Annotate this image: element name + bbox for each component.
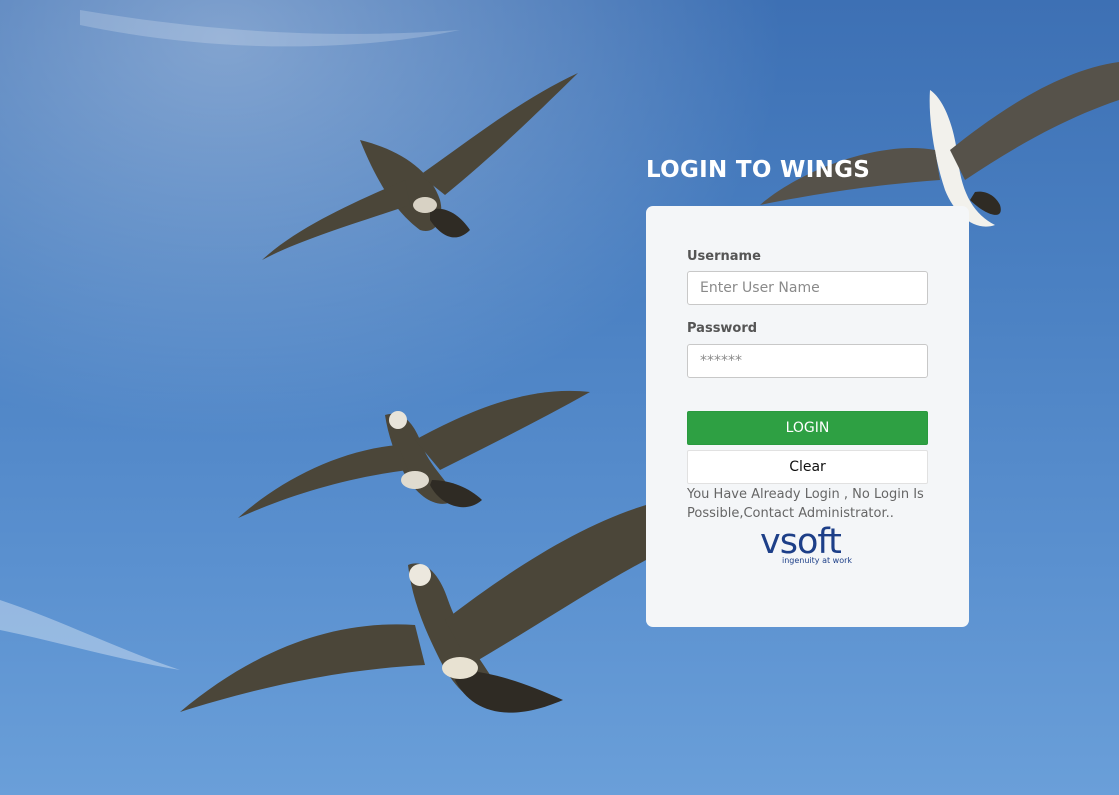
login-button[interactable]: LOGIN xyxy=(687,411,928,445)
password-label: Password xyxy=(687,321,758,336)
login-card: Username Password LOGIN Clear You Have A… xyxy=(646,206,969,627)
login-title: LOGIN TO WINGS xyxy=(646,157,871,183)
login-status-message: You Have Already Login , No Login Is Pos… xyxy=(687,487,924,521)
clear-button[interactable]: Clear xyxy=(687,450,928,484)
vsoft-logo: vsoft ingenuity at work xyxy=(760,522,860,570)
username-label: Username xyxy=(687,249,761,264)
password-input[interactable] xyxy=(687,344,928,378)
username-input[interactable] xyxy=(687,271,928,305)
logo-tagline: ingenuity at work xyxy=(782,556,853,565)
